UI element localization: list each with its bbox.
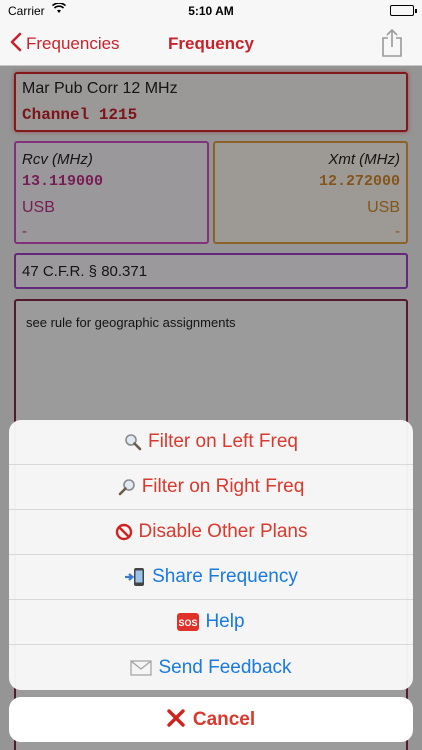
disable-other-plans-label: Disable Other Plans xyxy=(138,521,308,542)
sos-icon: SOS xyxy=(177,613,200,631)
close-icon xyxy=(167,707,185,733)
help-button[interactable]: SOS Help xyxy=(9,600,413,645)
share-frequency-label: Share Frequency xyxy=(152,566,298,587)
magnifier-left-icon xyxy=(124,433,142,451)
page-title: Frequency xyxy=(168,34,254,53)
help-label: Help xyxy=(205,611,245,632)
status-bar: Carrier 5:10 AM xyxy=(0,0,422,22)
send-feedback-button[interactable]: Send Feedback xyxy=(9,645,413,690)
svg-text:SOS: SOS xyxy=(179,618,198,628)
filter-right-freq-label: Filter on Right Freq xyxy=(141,476,305,497)
disable-other-plans-button[interactable]: Disable Other Plans xyxy=(9,510,413,555)
phone-arrow-icon xyxy=(124,567,146,587)
envelope-icon xyxy=(130,659,153,676)
filter-right-freq-button[interactable]: Filter on Right Freq xyxy=(9,465,413,510)
battery-icon xyxy=(390,5,417,16)
no-entry-icon xyxy=(115,523,133,541)
share-frequency-button[interactable]: Share Frequency xyxy=(9,555,413,600)
filter-left-freq-label: Filter on Left Freq xyxy=(148,431,298,452)
share-button[interactable] xyxy=(380,28,404,58)
magnifier-right-icon xyxy=(118,478,136,496)
status-time: 5:10 AM xyxy=(188,4,234,18)
send-feedback-label: Send Feedback xyxy=(158,656,292,678)
share-icon xyxy=(382,28,402,57)
filter-left-freq-button[interactable]: Filter on Left Freq xyxy=(9,420,413,465)
cancel-button[interactable]: Cancel xyxy=(9,697,413,742)
navigation-bar: Frequencies Frequency xyxy=(0,22,422,66)
action-sheet: Filter on Left Freq Filter on Right Freq… xyxy=(9,420,413,690)
cancel-label: Cancel xyxy=(192,708,256,730)
